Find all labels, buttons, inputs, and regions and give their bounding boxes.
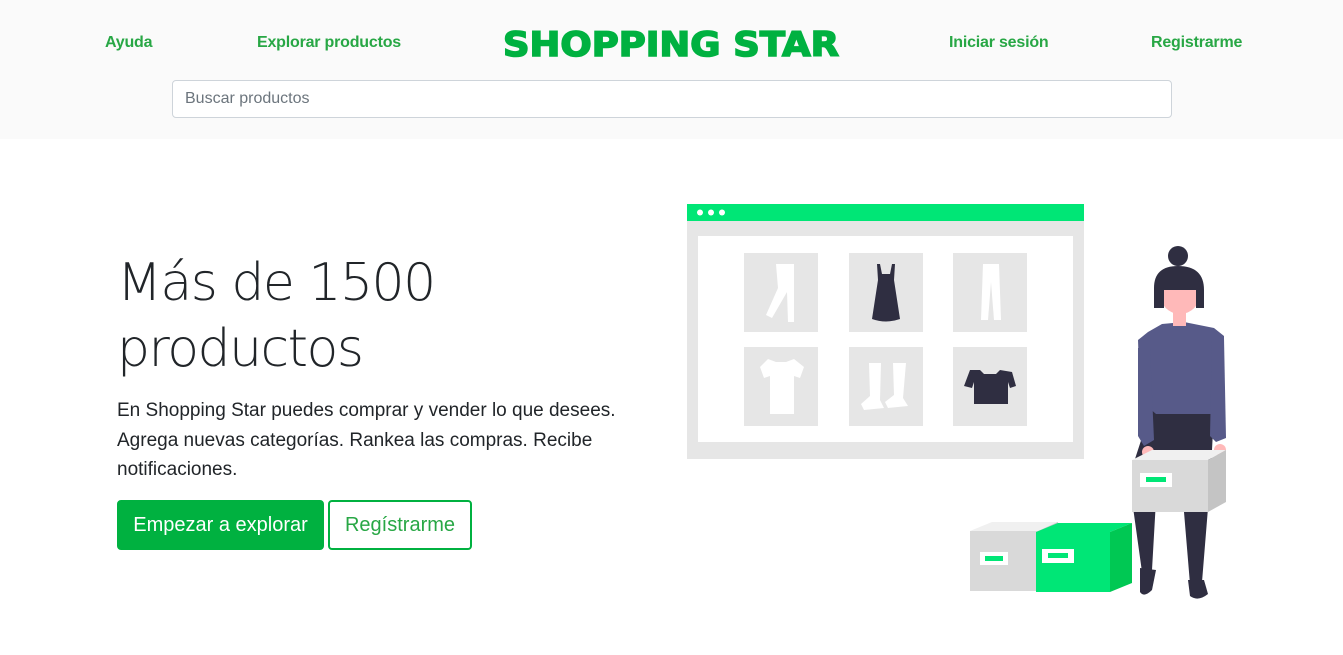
online-shopping-illustration: [687, 204, 1226, 599]
hero-title-line-2: productos: [117, 319, 364, 379]
woman-carrying-box-figure: [1132, 246, 1226, 599]
brand-logo[interactable]: SHOPPING STAR: [500, 24, 842, 64]
site-header: Ayuda Explorar productos SHOPPING STAR I…: [0, 0, 1343, 139]
nav-link-login[interactable]: Iniciar sesión: [949, 34, 1049, 52]
brand-logo-text: SHOPPING STAR: [503, 25, 839, 64]
storage-boxes-graphic: [970, 522, 1132, 592]
nav-link-register[interactable]: Registrarme: [1151, 34, 1242, 52]
hero-title-line-1: Más de 1500: [117, 253, 436, 313]
search-input[interactable]: [172, 80, 1172, 118]
hero-title: Más de 1500 productos: [117, 250, 637, 382]
start-exploring-button[interactable]: Empezar a explorar: [117, 500, 324, 550]
nav-link-explore-products[interactable]: Explorar productos: [257, 34, 401, 52]
nav-link-help[interactable]: Ayuda: [105, 34, 153, 52]
hero-description: En Shopping Star puedes comprar y vender…: [117, 400, 616, 480]
register-button[interactable]: Regístrarme: [328, 500, 472, 550]
